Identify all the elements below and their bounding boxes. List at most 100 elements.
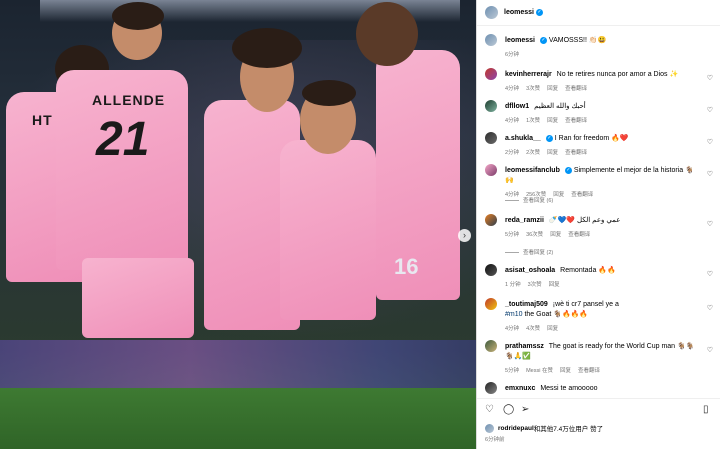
comment-icon[interactable]: ◯: [503, 404, 514, 415]
view-replies-button[interactable]: 查看回复 (2): [505, 248, 553, 256]
comment-text: ¡wè ti cr7 pansel ye a: [552, 301, 619, 308]
author-username[interactable]: leomessi: [504, 9, 534, 16]
player-allende-shorts: [82, 258, 194, 338]
comment-time: 1 分钟: [505, 282, 521, 288]
reply-button[interactable]: 回复: [549, 282, 560, 288]
heart-outline-icon[interactable]: ♡: [485, 404, 494, 415]
likes-summary-text: 和其他7.4万位用户 赞了: [533, 426, 604, 433]
translate-button[interactable]: 查看翻译: [578, 368, 600, 374]
like-comment-heart-icon[interactable]: ♡: [707, 346, 713, 354]
chevron-right-icon[interactable]: ›: [458, 229, 471, 242]
translate-button[interactable]: 查看翻译: [571, 192, 593, 198]
comment-avatar[interactable]: [485, 214, 497, 226]
comment-avatar[interactable]: [485, 340, 497, 352]
comment-text: 🍼💙❤️ عمي وعم الكل: [548, 217, 621, 224]
player-messi-hair: [302, 80, 356, 106]
send-icon[interactable]: ➢: [521, 404, 529, 415]
post-photo[interactable]: HT ALLENDE 21 16 ›: [0, 0, 476, 449]
player-center-hair: [232, 28, 302, 68]
post-header: leomessi ✓: [477, 0, 720, 26]
pitch: [0, 388, 476, 449]
liker-avatar[interactable]: [485, 423, 494, 433]
like-comment-heart-icon[interactable]: ♡: [707, 170, 713, 178]
player-allende-hair: [112, 2, 164, 30]
jersey-number-21: 21: [96, 113, 150, 166]
comment-username[interactable]: reda_ramzii: [505, 217, 544, 224]
comment-username[interactable]: dfllow1: [505, 103, 529, 110]
ad-board: [0, 340, 476, 390]
comment-text: Messi te amooooo: [540, 385, 598, 392]
jersey-name-allende: ALLENDE: [92, 92, 166, 108]
verified-badge-icon: ✓: [535, 9, 543, 16]
verified-badge-icon: ✓: [539, 36, 547, 44]
comment-username[interactable]: prathamssz: [505, 343, 544, 350]
bookmark-icon[interactable]: ▯: [703, 404, 709, 415]
jersey-name-ht: HT: [32, 112, 53, 128]
comment-avatar[interactable]: [485, 382, 497, 394]
comment-avatar[interactable]: [485, 298, 497, 310]
comment-avatar[interactable]: [485, 100, 497, 112]
caption-text: VAMOSSS!! 👏🏻😃: [548, 37, 607, 44]
view-replies-button[interactable]: 查看回复 (6): [505, 196, 553, 204]
comment-avatar[interactable]: [485, 132, 497, 144]
comment-text-continued: the Goat 🐐🔥🔥🔥: [524, 311, 589, 318]
comment-time: 5分钟: [505, 368, 520, 374]
hashtag-link[interactable]: #m10: [505, 311, 523, 318]
comment-likes[interactable]: 2次赞: [526, 150, 540, 156]
caption-username[interactable]: leomessi: [505, 37, 535, 44]
likes-summary[interactable]: rodridepaul 和其他7.4万位用户 赞了: [485, 423, 603, 433]
comments-list[interactable]: leomessi ✓ VAMOSSS!! 👏🏻😃 6分钟 kevinherrera…: [477, 26, 720, 398]
comment-username[interactable]: emxnuxc: [505, 385, 535, 392]
comment-avatar[interactable]: [485, 264, 497, 276]
like-comment-heart-icon[interactable]: ♡: [707, 74, 713, 82]
comment-likes[interactable]: Messi 在赞: [526, 368, 553, 374]
reply-button[interactable]: 回复: [553, 192, 564, 198]
player-messi-jersey: [280, 140, 376, 320]
post-actions: ♡ ◯ ➢ ▯ rodridepaul 和其他7.4万位用户 赞了 6分钟前: [477, 398, 720, 449]
like-comment-heart-icon[interactable]: ♡: [707, 106, 713, 114]
reply-button[interactable]: 回复: [547, 118, 558, 124]
comment-avatar[interactable]: [485, 164, 497, 176]
caption-time: 6分钟: [505, 52, 520, 58]
like-comment-heart-icon[interactable]: ♡: [707, 220, 713, 228]
comment-text: أحبك والله العظيم: [534, 103, 586, 110]
translate-button[interactable]: 查看翻译: [565, 118, 587, 124]
comment-username[interactable]: asisat_oshoala: [505, 267, 555, 274]
comment-text: No te retires nunca por amor a Dios ✨: [556, 71, 679, 78]
author-avatar[interactable]: [485, 6, 498, 19]
comment-username[interactable]: _toutimaj509: [505, 301, 548, 308]
comment-likes[interactable]: 4次赞: [526, 326, 540, 332]
translate-button[interactable]: 查看翻译: [568, 232, 590, 238]
comment-avatar[interactable]: [485, 68, 497, 80]
comment-time: 5分钟: [505, 232, 520, 238]
verified-badge-icon: ✓: [545, 134, 553, 142]
reply-button[interactable]: 回复: [547, 86, 558, 92]
reply-button[interactable]: 回复: [547, 150, 558, 156]
comment-username[interactable]: kevinherrerajr: [505, 71, 552, 78]
reply-button[interactable]: 回复: [547, 326, 558, 332]
comment-username[interactable]: a.shukla__: [505, 135, 541, 142]
like-comment-heart-icon[interactable]: ♡: [707, 270, 713, 278]
comment-time: 4分钟: [505, 118, 520, 124]
comment-text: Remontada 🔥🔥: [560, 267, 616, 274]
comment-time: 4分钟: [505, 326, 520, 332]
comment-time: 4分钟: [505, 86, 520, 92]
comment-username[interactable]: leomessifanclub: [505, 167, 560, 174]
comment-likes[interactable]: 1次赞: [526, 118, 540, 124]
like-comment-heart-icon[interactable]: ♡: [707, 304, 713, 312]
post-time: 6分钟前: [485, 437, 505, 443]
comment-likes[interactable]: 3次赞: [526, 86, 540, 92]
jersey-number-16: 16: [394, 254, 419, 279]
player-right-head: [356, 2, 418, 66]
caption-avatar[interactable]: [485, 34, 497, 46]
translate-button[interactable]: 查看翻译: [565, 86, 587, 92]
reply-button[interactable]: 回复: [550, 232, 561, 238]
reply-button[interactable]: 回复: [560, 368, 571, 374]
verified-badge-icon: ✓: [564, 166, 572, 174]
comment-time: 2分钟: [505, 150, 520, 156]
comment-likes[interactable]: 3次赞: [528, 282, 542, 288]
comment-likes[interactable]: 36次赞: [526, 232, 543, 238]
liker-username[interactable]: rodridepaul: [498, 425, 534, 432]
like-comment-heart-icon[interactable]: ♡: [707, 138, 713, 146]
translate-button[interactable]: 查看翻译: [565, 150, 587, 156]
